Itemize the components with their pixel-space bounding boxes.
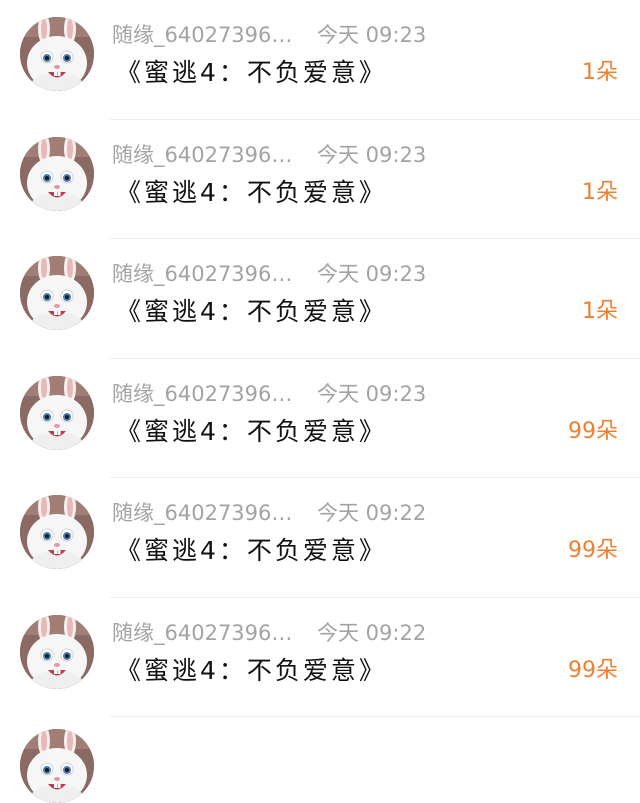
avatar[interactable] — [20, 17, 94, 91]
item-title: 《蜜逃4：不负爱意》 — [116, 416, 387, 446]
gift-amount: 1朵 — [582, 299, 618, 324]
item-meta: 随缘_64027396… 今天 09:22 — [112, 618, 426, 648]
rabbit-avatar-icon — [20, 136, 94, 211]
username[interactable]: 随缘_64027396… — [112, 498, 317, 528]
rabbit-avatar-icon — [20, 729, 94, 803]
timestamp: 今天 09:22 — [317, 620, 427, 645]
item-title: 《蜜逃4：不负爱意》 — [116, 536, 387, 565]
gift-amount: 1朵 — [582, 179, 618, 205]
item-title: 《蜜逃4：不负爱意》 — [116, 177, 387, 207]
timestamp: 今天 09:23 — [317, 142, 427, 167]
list-item[interactable]: 随缘_64027396… 今天 09:23 《蜜逃4：不负爱意》 99朵 — [0, 359, 640, 479]
gift-amount: 99朵 — [568, 418, 618, 444]
item-title: 《蜜逃4：不负爱意》 — [116, 58, 387, 87]
rabbit-avatar-icon — [20, 17, 94, 91]
gift-amount: 99朵 — [568, 657, 618, 683]
item-meta: 随缘_64027396… 今天 09:23 — [112, 379, 426, 409]
avatar[interactable] — [20, 136, 94, 211]
rabbit-avatar-icon — [20, 375, 94, 450]
gift-amount: 1朵 — [582, 60, 618, 85]
list-item[interactable]: 随缘_64027396… 今天 09:22 《蜜逃4：不负爱意》 99朵 — [0, 478, 640, 598]
item-title: 《蜜逃4：不负爱意》 — [116, 655, 387, 685]
avatar[interactable] — [20, 375, 94, 450]
username[interactable]: 随缘_64027396… — [112, 379, 317, 409]
avatar[interactable] — [20, 495, 94, 569]
timestamp: 今天 09:23 — [317, 23, 427, 47]
username[interactable]: 随缘_64027396… — [112, 259, 317, 289]
timestamp: 今天 09:23 — [317, 381, 427, 406]
rabbit-avatar-icon — [20, 614, 94, 689]
avatar-partial — [20, 729, 94, 803]
gift-record-list: 随缘_64027396… 今天 09:23 《蜜逃4：不负爱意》 1朵 随缘_6402… — [0, 0, 640, 717]
item-meta: 随缘_64027396… 今天 09:23 — [112, 20, 426, 50]
item-meta: 随缘_64027396… 今天 09:23 — [112, 140, 426, 170]
username[interactable]: 随缘_64027396… — [112, 140, 317, 170]
list-item[interactable]: 随缘_64027396… 今天 09:23 《蜜逃4：不负爱意》 1朵 — [0, 120, 640, 240]
username[interactable]: 随缘_64027396… — [112, 20, 317, 50]
item-title: 《蜜逃4：不负爱意》 — [116, 297, 387, 326]
avatar[interactable] — [20, 614, 94, 689]
list-item[interactable]: 随缘_64027396… 今天 09:23 《蜜逃4：不负爱意》 1朵 — [0, 0, 640, 120]
avatar[interactable] — [20, 256, 94, 330]
timestamp: 今天 09:22 — [317, 501, 427, 525]
item-meta: 随缘_64027396… 今天 09:22 — [112, 498, 426, 528]
item-meta: 随缘_64027396… 今天 09:23 — [112, 259, 426, 289]
gift-amount: 99朵 — [568, 538, 618, 563]
list-item[interactable]: 随缘_64027396… 今天 09:23 《蜜逃4：不负爱意》 1朵 — [0, 239, 640, 359]
list-item[interactable]: 随缘_64027396… 今天 09:22 《蜜逃4：不负爱意》 99朵 — [0, 598, 640, 718]
username[interactable]: 随缘_64027396… — [112, 618, 317, 648]
rabbit-avatar-icon — [20, 495, 94, 569]
timestamp: 今天 09:23 — [317, 262, 427, 286]
rabbit-avatar-icon — [20, 256, 94, 330]
